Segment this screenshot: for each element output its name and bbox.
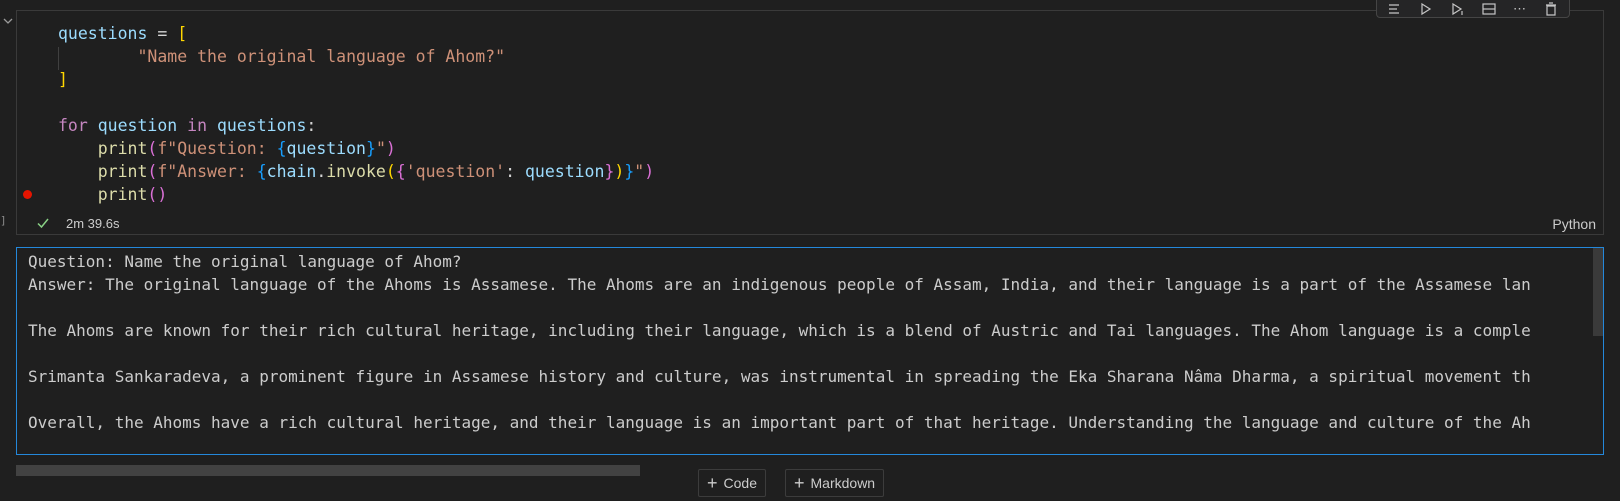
breakpoint-icon[interactable] bbox=[23, 190, 32, 199]
code-token: [ bbox=[177, 24, 188, 43]
cell-output[interactable]: Question: Name the original language of … bbox=[16, 247, 1604, 455]
output-line: Overall, the Ahoms have a rich cultural … bbox=[28, 413, 1531, 432]
code-line[interactable]: for question in questions: bbox=[58, 114, 654, 137]
output-line: The Ahoms are known for their rich cultu… bbox=[28, 321, 1531, 340]
code-line[interactable]: print(f"Answer: {chain.invoke({'question… bbox=[58, 160, 654, 183]
execution-time: 2m 39.6s bbox=[66, 216, 120, 231]
check-icon bbox=[36, 216, 50, 230]
code-token: question bbox=[97, 116, 178, 135]
code-token: f"Answer: bbox=[157, 162, 257, 181]
code-token: : bbox=[505, 162, 525, 181]
code-token: f"Question: bbox=[157, 139, 277, 158]
code-token: ) bbox=[644, 162, 655, 181]
code-line[interactable]: "Name the original language of Ahom?" bbox=[58, 45, 654, 68]
chevron-down-icon[interactable] bbox=[2, 14, 14, 26]
code-token: ( bbox=[147, 162, 158, 181]
output-line: Answer: The original language of the Aho… bbox=[28, 275, 1531, 294]
cell-toolbar: ⋯ bbox=[1376, 0, 1570, 18]
code-token: question bbox=[286, 139, 366, 158]
code-token: { bbox=[256, 162, 267, 181]
code-token: ] bbox=[58, 70, 68, 89]
horizontal-scrollbar[interactable] bbox=[16, 465, 640, 476]
execution-order-bracket: ] bbox=[0, 214, 7, 227]
code-token: in bbox=[187, 116, 208, 135]
output-line: Question: Name the original language of … bbox=[28, 252, 462, 271]
execute-above-icon[interactable] bbox=[1418, 1, 1435, 17]
code-token: question bbox=[524, 162, 605, 181]
code-token: "Name the original language of Ahom?" bbox=[137, 47, 506, 66]
code-token: } bbox=[604, 162, 615, 181]
plus-icon: + bbox=[707, 473, 718, 493]
add-code-label: Code bbox=[723, 475, 757, 491]
code-line[interactable] bbox=[58, 91, 654, 114]
code-token: : bbox=[306, 116, 317, 135]
code-line[interactable]: print(f"Question: {question}") bbox=[58, 137, 654, 160]
code-token: { bbox=[276, 139, 287, 158]
code-token: questions bbox=[58, 24, 148, 43]
code-token: print bbox=[97, 162, 148, 181]
code-token: " bbox=[634, 162, 645, 181]
code-token: invoke bbox=[326, 162, 386, 181]
output-vertical-scrollbar[interactable] bbox=[1593, 248, 1603, 336]
code-token: chain bbox=[266, 162, 317, 181]
code-line[interactable]: questions = [ bbox=[58, 22, 654, 45]
code-token: ( bbox=[385, 162, 396, 181]
code-line[interactable]: print() bbox=[58, 183, 654, 206]
code-token: { bbox=[395, 162, 406, 181]
output-text: Question: Name the original language of … bbox=[28, 250, 1603, 434]
more-actions-icon[interactable]: ⋯ bbox=[1511, 1, 1528, 17]
code-token: " bbox=[375, 139, 386, 158]
code-token: () bbox=[147, 185, 168, 204]
output-line: Srimanta Sankaradeva, a prominent figure… bbox=[28, 367, 1531, 386]
run-by-line-icon[interactable] bbox=[1387, 1, 1404, 17]
plus-icon: + bbox=[794, 473, 805, 493]
code-token: } bbox=[366, 139, 376, 158]
add-code-cell-button[interactable]: + Code bbox=[698, 469, 766, 497]
code-token: . bbox=[316, 162, 327, 181]
delete-icon[interactable] bbox=[1542, 1, 1559, 17]
code-token: ( bbox=[147, 139, 158, 158]
split-cell-icon[interactable] bbox=[1480, 1, 1497, 17]
code-token: } bbox=[624, 162, 635, 181]
code-token: ) bbox=[614, 162, 625, 181]
code-token: print bbox=[97, 139, 148, 158]
code-editor[interactable]: questions = [ "Name the original languag… bbox=[58, 22, 654, 206]
code-line[interactable]: ] bbox=[58, 68, 654, 91]
code-token: print bbox=[97, 185, 148, 204]
code-token: for bbox=[58, 116, 88, 135]
add-markdown-label: Markdown bbox=[810, 475, 876, 491]
code-token: 'question' bbox=[405, 162, 506, 181]
language-selector[interactable]: Python bbox=[1552, 216, 1596, 232]
code-token: questions bbox=[216, 116, 307, 135]
add-markdown-cell-button[interactable]: + Markdown bbox=[785, 469, 885, 497]
code-token: ) bbox=[385, 139, 396, 158]
code-token: = bbox=[147, 24, 178, 43]
execute-below-icon[interactable] bbox=[1449, 1, 1466, 17]
